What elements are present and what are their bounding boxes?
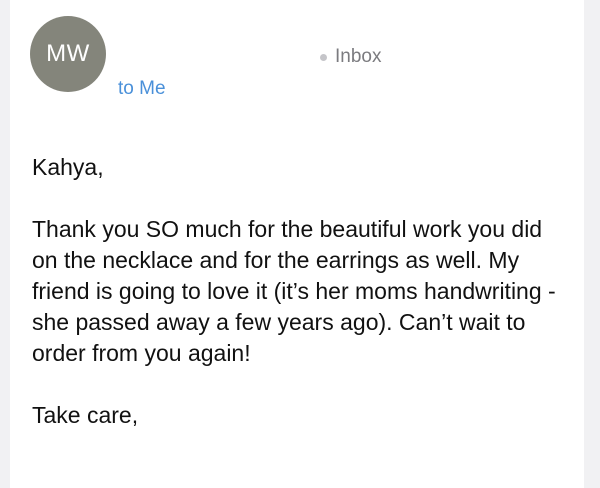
message-greeting: Kahya, — [32, 154, 104, 180]
mailbox-label[interactable]: Inbox — [320, 46, 381, 68]
sender-avatar[interactable]: MW — [30, 16, 106, 92]
message-text: Thank you SO much for the beautiful work… — [32, 216, 556, 366]
email-view: MW Inbox to Me Kahya, Thank you SO much … — [10, 0, 584, 488]
recipient-line[interactable]: to Me — [118, 78, 166, 100]
mailbox-name: Inbox — [335, 46, 382, 67]
message-body: Kahya, Thank you SO much for the beautif… — [32, 152, 572, 431]
message-signoff: Take care, — [32, 402, 139, 428]
avatar-initials: MW — [46, 40, 90, 67]
dot-icon — [320, 53, 327, 61]
